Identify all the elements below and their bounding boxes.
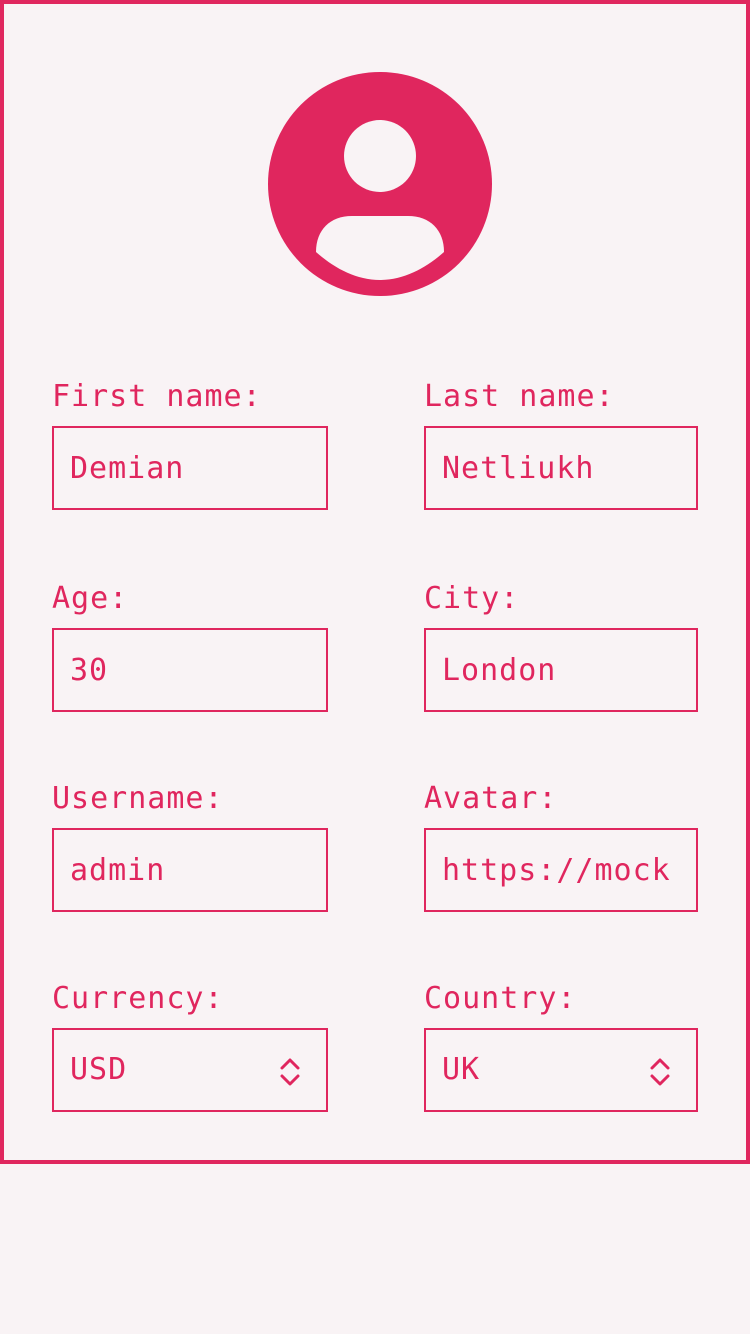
country-field: Country: UK [424, 981, 698, 1112]
username-label: Username: [52, 781, 224, 816]
profile-card: First name: Last name: Age: City: Userna… [0, 0, 750, 1164]
avatar-url-label: Avatar: [424, 781, 558, 816]
city-label: City: [424, 581, 520, 616]
first-name-input-box [52, 426, 328, 510]
country-select[interactable]: UK [424, 1028, 698, 1112]
username-input-box [52, 828, 328, 912]
currency-select[interactable]: USD [52, 1028, 328, 1112]
city-input[interactable] [426, 630, 696, 710]
last-name-input-box [424, 426, 698, 510]
avatar-url-field: Avatar: [424, 781, 698, 912]
username-field: Username: [52, 781, 328, 912]
city-field: City: [424, 581, 698, 712]
last-name-input[interactable] [426, 428, 696, 508]
currency-label: Currency: [52, 981, 224, 1016]
city-input-box [424, 628, 698, 712]
currency-selected-value: USD [70, 1052, 128, 1087]
age-input-box [52, 628, 328, 712]
chevron-up-down-icon [650, 1058, 670, 1086]
age-label: Age: [52, 581, 129, 616]
first-name-label: First name: [52, 379, 262, 414]
first-name-input[interactable] [54, 428, 326, 508]
last-name-field: Last name: [424, 379, 698, 510]
username-input[interactable] [54, 830, 326, 910]
chevron-up-down-icon [280, 1058, 300, 1086]
avatar-url-input[interactable] [426, 830, 696, 910]
age-input[interactable] [54, 630, 326, 710]
country-label: Country: [424, 981, 577, 1016]
user-avatar-icon [268, 72, 492, 296]
first-name-field: First name: [52, 379, 328, 510]
avatar-url-input-box [424, 828, 698, 912]
currency-field: Currency: USD [52, 981, 328, 1112]
age-field: Age: [52, 581, 328, 712]
country-selected-value: UK [442, 1052, 481, 1087]
last-name-label: Last name: [424, 379, 615, 414]
